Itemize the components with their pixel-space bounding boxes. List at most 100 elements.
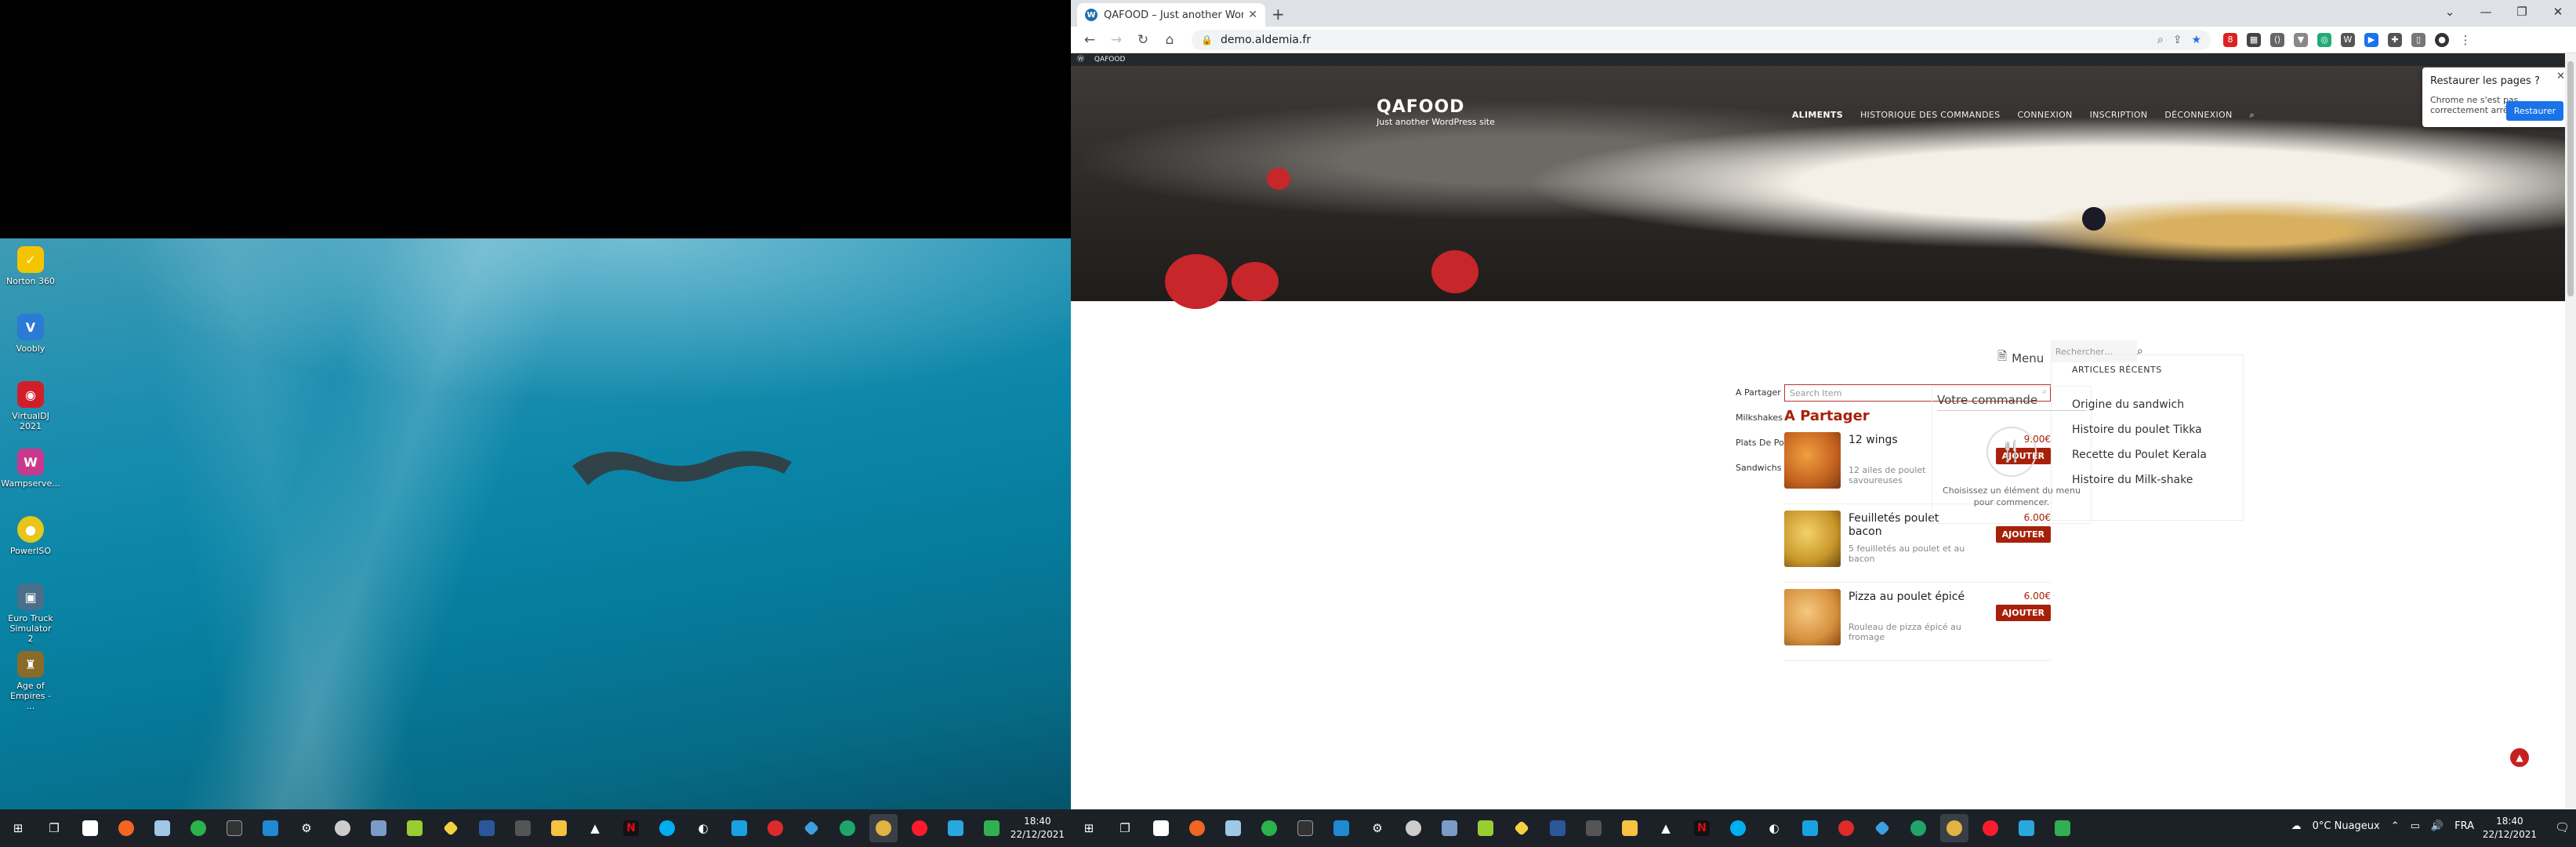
- start-button[interactable]: ⊞: [4, 814, 32, 842]
- chrome-icon[interactable]: [1940, 814, 1968, 842]
- close-icon[interactable]: ✕: [2556, 71, 2565, 82]
- scroll-top-button[interactable]: ▲: [2510, 748, 2529, 767]
- app-icon[interactable]: [2048, 814, 2077, 842]
- app-icon[interactable]: [797, 814, 825, 842]
- scrollbar-thumb[interactable]: [2567, 61, 2574, 296]
- app-icon[interactable]: [365, 814, 393, 842]
- folder-icon[interactable]: [1616, 814, 1644, 842]
- menu-link[interactable]: 🗎 Menu: [1997, 348, 2044, 368]
- article-link[interactable]: Origine du sandwich: [2072, 398, 2222, 424]
- nav-historique[interactable]: HISTORIQUE DES COMMANDES: [1860, 110, 2001, 121]
- add-button[interactable]: AJOUTER: [1995, 605, 2051, 621]
- volume-icon[interactable]: 🔊: [2431, 820, 2444, 832]
- address-bar[interactable]: 🔒 demo.aldemia.fr ⌕ ⇪ ★: [1192, 29, 2211, 50]
- app-icon[interactable]: [1255, 814, 1283, 842]
- article-link[interactable]: Recette du Poulet Kerala: [2072, 449, 2222, 474]
- tab-search-icon[interactable]: ⌄: [2432, 0, 2468, 24]
- vscode-icon[interactable]: [256, 814, 285, 842]
- app-icon[interactable]: [978, 814, 1006, 842]
- netflix-icon[interactable]: N: [617, 814, 645, 842]
- desktop-icon-voobly[interactable]: V Voobly: [6, 311, 55, 375]
- home-icon[interactable]: ⌂: [1159, 32, 1181, 48]
- notepad-icon[interactable]: [401, 814, 429, 842]
- add-button[interactable]: AJOUTER: [1995, 526, 2051, 543]
- close-window-button[interactable]: ✕: [2540, 0, 2576, 24]
- edge-icon[interactable]: [833, 814, 862, 842]
- word-icon[interactable]: [1544, 814, 1572, 842]
- chevron-up-icon[interactable]: ⌃: [2391, 820, 2400, 832]
- reload-icon[interactable]: ↻: [1132, 32, 1154, 48]
- zoom-icon[interactable]: ⌕: [2157, 34, 2164, 46]
- extension-icon[interactable]: ▶: [2364, 32, 2378, 47]
- app-icon[interactable]: ◐: [1760, 814, 1788, 842]
- site-home-link[interactable]: QAFOOD: [1094, 56, 1126, 64]
- settings-icon[interactable]: ⚙: [292, 814, 321, 842]
- word-icon[interactable]: [473, 814, 501, 842]
- app-icon[interactable]: ◐: [689, 814, 717, 842]
- edge-icon[interactable]: [1904, 814, 1932, 842]
- desktop-icon-poweriso[interactable]: ● PowerISO: [6, 513, 55, 577]
- nav-aliments[interactable]: ALIMENTS: [1792, 110, 1843, 121]
- vscode-icon[interactable]: [1327, 814, 1355, 842]
- extension-icon[interactable]: ◎: [2317, 32, 2331, 47]
- taskbar-clock[interactable]: 18:40 22/12/2021: [1010, 815, 1065, 842]
- app-icon[interactable]: [1219, 814, 1247, 842]
- language-indicator[interactable]: FRA: [2454, 820, 2474, 832]
- store-icon[interactable]: [1147, 814, 1175, 842]
- settings-icon[interactable]: ⚙: [1363, 814, 1391, 842]
- opera-icon[interactable]: [905, 814, 934, 842]
- app-icon[interactable]: [1868, 814, 1896, 842]
- app-icon[interactable]: [509, 814, 537, 842]
- notepad-icon[interactable]: [1471, 814, 1500, 842]
- extension-icon[interactable]: 8: [2223, 32, 2237, 47]
- app-icon[interactable]: [1832, 814, 1860, 842]
- app-icon[interactable]: [112, 814, 140, 842]
- extension-icon[interactable]: ▼: [2294, 32, 2308, 47]
- share-icon[interactable]: ⇪: [2173, 34, 2182, 46]
- item-name[interactable]: Pizza au poulet épicé: [1849, 591, 1974, 604]
- app-icon[interactable]: [1796, 814, 1824, 842]
- article-link[interactable]: Histoire du Milk-shake: [2072, 474, 2222, 499]
- task-view-icon[interactable]: ❐: [40, 814, 68, 842]
- notification-icon[interactable]: 🗨: [2555, 820, 2570, 834]
- profile-avatar[interactable]: ●: [2435, 32, 2449, 47]
- search-icon[interactable]: ⌕: [2250, 110, 2255, 121]
- nav-connexion[interactable]: CONNEXION: [2017, 110, 2072, 121]
- app-icon[interactable]: [148, 814, 176, 842]
- skype-icon[interactable]: [653, 814, 681, 842]
- vlc-icon[interactable]: ▲: [581, 814, 609, 842]
- app-icon[interactable]: [1435, 814, 1464, 842]
- site-brand[interactable]: QAFOOD Just another WordPress site: [1377, 97, 1495, 127]
- terminal-icon[interactable]: [1291, 814, 1319, 842]
- forward-icon[interactable]: →: [1105, 32, 1127, 48]
- task-view-icon[interactable]: ❐: [1111, 814, 1139, 842]
- page-scrollbar[interactable]: [2565, 53, 2576, 809]
- skype-icon[interactable]: [1724, 814, 1752, 842]
- network-icon[interactable]: ▭: [2411, 820, 2420, 832]
- devtools-icon[interactable]: ⟨⟩: [2270, 32, 2284, 47]
- desktop-icon-virtualdj[interactable]: ◉ VirtualDJ 2021: [6, 378, 55, 442]
- app-icon[interactable]: [1399, 814, 1428, 842]
- start-button[interactable]: ⊞: [1075, 814, 1103, 842]
- folder-icon[interactable]: [545, 814, 573, 842]
- extensions-puzzle-icon[interactable]: ✚: [2388, 32, 2402, 47]
- app-icon[interactable]: [328, 814, 357, 842]
- extension-icon[interactable]: W: [2341, 32, 2355, 47]
- vlc-icon[interactable]: ▲: [1652, 814, 1680, 842]
- bookmark-star-icon[interactable]: ★: [2191, 34, 2201, 46]
- app-icon[interactable]: [761, 814, 789, 842]
- desktop-icon-wampserver[interactable]: W Wampserve...: [1, 445, 60, 510]
- wordpress-logo-icon[interactable]: Ⓦ: [1077, 56, 1084, 64]
- new-tab-button[interactable]: +: [1272, 5, 1285, 24]
- extension-icon[interactable]: ▦: [2247, 32, 2261, 47]
- app-icon[interactable]: [1183, 814, 1211, 842]
- nav-inscription[interactable]: INSCRIPTION: [2090, 110, 2148, 121]
- app-icon[interactable]: [725, 814, 753, 842]
- menu-kebab-icon[interactable]: ⋮: [2458, 33, 2473, 47]
- sidepanel-icon[interactable]: ▯: [2411, 32, 2425, 47]
- app-icon[interactable]: [942, 814, 970, 842]
- desktop-icon-euro-truck[interactable]: ▣ Euro Truck Simulator 2: [6, 580, 55, 645]
- taskbar-clock[interactable]: 18:40 22/12/2021: [2483, 815, 2537, 842]
- nav-deconnexion[interactable]: DÉCONNEXION: [2164, 110, 2232, 121]
- app-icon[interactable]: [1508, 814, 1536, 842]
